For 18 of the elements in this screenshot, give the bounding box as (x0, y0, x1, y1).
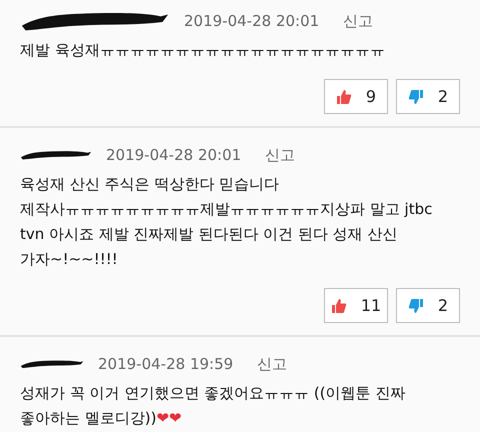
thumbs-up-icon (330, 298, 347, 314)
like-button[interactable]: 11 (324, 288, 388, 323)
comment-text: 제발 육성재ㅠㅠㅠㅠㅠㅠㅠㅠㅠㅠㅠㅠㅠㅠㅠㅠㅠㅠㅠ (20, 40, 386, 61)
comment-text: 육성재 산신 주식은 떡상한다 믿습니다 제작사ㅠㅠㅠㅠㅠㅠㅠㅠㅠ제발ㅠㅠㅠㅠㅠㅠ지상파 말고 jtbc tvn 아시죠 제발 진짜제발 된다된다 이건 된다 성재 산신 가자~!~~!!!! (20, 174, 434, 270)
comment-date: 2019-04-28 19:59 (98, 355, 234, 373)
report-link[interactable]: 신고 (265, 146, 296, 164)
report-link[interactable]: 신고 (343, 12, 374, 30)
hearts-text: ❤❤ (156, 409, 182, 427)
like-button[interactable]: 9 (324, 79, 388, 114)
comment-date: 2019-04-28 20:01 (106, 146, 242, 164)
dislike-button[interactable]: 2 (396, 79, 460, 114)
thumbs-up-icon (336, 88, 352, 104)
comment-date: 2019-04-28 20:01 (184, 12, 320, 30)
dislike-button[interactable]: 2 (396, 288, 460, 323)
thumbs-down-icon (408, 88, 424, 104)
report-link[interactable]: 신고 (257, 354, 288, 374)
thumbs-down-icon (408, 298, 424, 314)
comment-text: 성재가 꼭 이거 연기했으면 좋겠어요ㅠㅠㅠ ((이웹툰 진짜 좋아하는 멜로디강))❤❤ (20, 383, 406, 429)
